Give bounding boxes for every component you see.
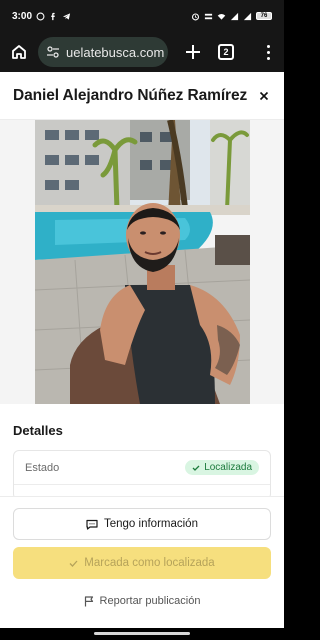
- marked-located-button[interactable]: Marcada como localizada: [13, 547, 271, 579]
- home-button[interactable]: [8, 41, 30, 63]
- marked-located-label: Marcada como localizada: [84, 557, 215, 569]
- whatsapp-icon: [36, 12, 45, 20]
- modal-title: Daniel Alejandro Núñez Ramírez: [13, 86, 248, 104]
- network-speed-icon: [204, 13, 213, 19]
- url-text: uelatebusca.com: [66, 44, 165, 60]
- have-info-button[interactable]: Tengo información: [13, 508, 271, 540]
- details-heading: Detalles: [13, 423, 63, 438]
- report-post-label: Reportar publicación: [99, 595, 201, 607]
- menu-dot: [266, 56, 270, 60]
- tab-switcher-button[interactable]: 2: [218, 44, 234, 60]
- flag-icon: [84, 595, 93, 606]
- status-badge: Localizada: [185, 460, 259, 475]
- close-icon: [259, 91, 269, 100]
- menu-dot: [266, 50, 270, 54]
- status-left: 3:00: [12, 11, 71, 22]
- message-icon: [86, 519, 98, 530]
- modal-header: Daniel Alejandro Núñez Ramírez: [0, 72, 284, 120]
- browser-menu-button[interactable]: [260, 41, 276, 63]
- alarm-icon: [191, 12, 200, 20]
- check-icon: [69, 560, 78, 567]
- site-settings-icon: [47, 46, 59, 58]
- facebook-icon: [51, 12, 55, 20]
- browser-toolbar: uelatebusca.com 2: [0, 32, 284, 72]
- battery-icon: 76: [256, 12, 272, 20]
- telegram-icon: [62, 12, 71, 20]
- detail-label: Estado: [25, 461, 60, 474]
- clock: 3:00: [12, 10, 33, 22]
- action-panel: Tengo información Marcada como localizad…: [0, 496, 284, 628]
- person-photo[interactable]: [35, 120, 250, 404]
- report-post-link[interactable]: Reportar publicación: [0, 586, 284, 616]
- new-tab-button[interactable]: [182, 41, 204, 63]
- home-icon: [12, 45, 26, 59]
- details-card: Estado Localizada: [13, 450, 271, 500]
- photo-illustration: [35, 120, 250, 404]
- system-status-bar: 3:00 76: [0, 0, 284, 32]
- home-gesture-pill[interactable]: [94, 632, 190, 635]
- status-badge-label: Localizada: [204, 462, 252, 473]
- gesture-navigation-bar: [0, 628, 284, 640]
- status-right: 76: [191, 12, 272, 21]
- have-info-label: Tengo información: [104, 518, 198, 530]
- check-icon: [192, 465, 200, 471]
- plus-icon: [186, 45, 200, 59]
- page-content: Daniel Alejandro Núñez Ramírez Detalles …: [0, 72, 284, 628]
- address-bar[interactable]: uelatebusca.com: [38, 37, 168, 67]
- wifi-icon: [217, 13, 226, 20]
- signal-icon: [230, 12, 239, 20]
- close-button[interactable]: [257, 89, 271, 103]
- detail-row-estado: Estado Localizada: [14, 451, 270, 485]
- signal-icon-secondary: [243, 12, 252, 20]
- photo-area: [0, 120, 284, 404]
- menu-dot: [266, 44, 270, 48]
